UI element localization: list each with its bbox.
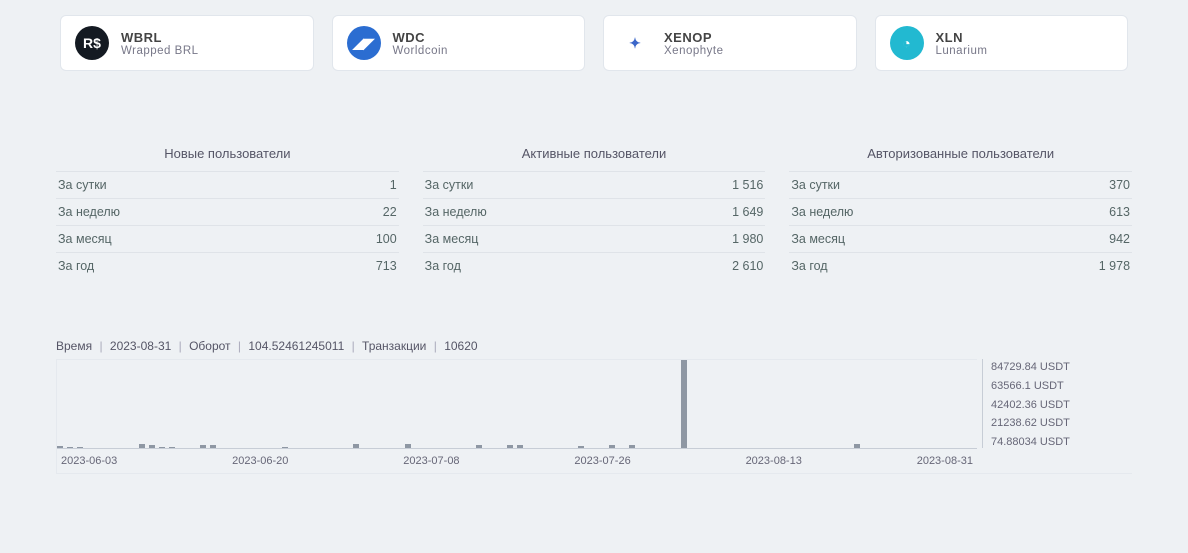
- stat-label: За сутки: [58, 178, 107, 192]
- chart-bar[interactable]: [681, 360, 687, 448]
- chart-y-tick: 74.88034 USDT: [991, 436, 1132, 448]
- stat-block-active-users: Активные пользователи За сутки 1 516 За н…: [423, 146, 766, 279]
- chart-x-tick: 2023-08-31: [917, 455, 973, 473]
- stat-label: За год: [425, 259, 461, 273]
- chart-y-axis: 84729.84 USDT 63566.1 USDT 42402.36 USDT 21…: [982, 359, 1132, 448]
- chart-turnover-label: Оборот: [189, 339, 230, 353]
- chart-y-tick: 42402.36 USDT: [991, 399, 1132, 411]
- coin-card-xenop[interactable]: ✦ XENOP Xenophyte: [603, 15, 857, 71]
- coin-name-label: Worldcoin: [393, 45, 448, 57]
- coin-symbol: XENOP: [664, 30, 724, 45]
- coin-name-label: Wrapped BRL: [121, 45, 199, 57]
- stat-label: За месяц: [791, 232, 845, 246]
- chart-plot-area: [57, 359, 977, 448]
- stat-label: За неделю: [425, 205, 487, 219]
- stat-label: За сутки: [791, 178, 840, 192]
- coin-symbol: WBRL: [121, 30, 199, 45]
- chart-x-tick: 2023-06-03: [61, 455, 117, 473]
- coin-card-xln[interactable]: ◔ XLN Lunarium: [875, 15, 1129, 71]
- stat-label: За неделю: [791, 205, 853, 219]
- turnover-chart: Время 2023-08-31 Оборот 104.52461245011 …: [0, 279, 1188, 474]
- stat-value: 1 978: [1099, 259, 1130, 273]
- chart-turnover-value: 104.52461245011: [234, 339, 344, 353]
- chart-tx-value: 10620: [430, 339, 478, 353]
- stat-value: 22: [383, 205, 397, 219]
- chart-y-tick: 63566.1 USDT: [991, 380, 1132, 392]
- stat-value: 1 516: [732, 178, 763, 192]
- stat-label: За неделю: [58, 205, 120, 219]
- coin-icon: ✦: [618, 26, 652, 60]
- stat-title: Активные пользователи: [423, 146, 766, 171]
- stat-block-new-users: Новые пользователи За сутки 1 За неделю 22…: [56, 146, 399, 279]
- coin-card-wbrl[interactable]: R$ WBRL Wrapped BRL: [60, 15, 314, 71]
- stat-label: За сутки: [425, 178, 474, 192]
- stat-value: 2 610: [732, 259, 763, 273]
- chart-x-tick: 2023-07-08: [403, 455, 459, 473]
- chart-box[interactable]: 2023-06-03 2023-06-20 2023-07-08 2023-07-26…: [56, 359, 1132, 474]
- stat-label: За год: [791, 259, 827, 273]
- coin-icon: R$: [75, 26, 109, 60]
- coin-icon: ◢◤: [347, 26, 381, 60]
- stat-title: Авторизованные пользователи: [789, 146, 1132, 171]
- stat-title: Новые пользователи: [56, 146, 399, 171]
- stat-value: 713: [376, 259, 397, 273]
- stat-value: 1 980: [732, 232, 763, 246]
- coin-symbol: WDC: [393, 30, 448, 45]
- stats-row: Новые пользователи За сутки 1 За неделю 22…: [0, 71, 1188, 279]
- chart-y-tick: 84729.84 USDT: [991, 361, 1132, 373]
- coin-card-wdc[interactable]: ◢◤ WDC Worldcoin: [332, 15, 586, 71]
- stat-value: 613: [1109, 205, 1130, 219]
- stat-value: 1 649: [732, 205, 763, 219]
- chart-tx-label: Транзакции: [362, 339, 426, 353]
- coin-name-label: Lunarium: [936, 45, 988, 57]
- chart-time-value: 2023-08-31: [95, 339, 171, 353]
- chart-x-tick: 2023-06-20: [232, 455, 288, 473]
- stat-block-authorized-users: Авторизованные пользователи За сутки370 …: [789, 146, 1132, 279]
- stat-label: За год: [58, 259, 94, 273]
- chart-time-label: Время: [56, 339, 92, 353]
- stat-value: 100: [376, 232, 397, 246]
- chart-y-tick: 21238.62 USDT: [991, 417, 1132, 429]
- chart-x-tick: 2023-08-13: [746, 455, 802, 473]
- chart-x-axis: 2023-06-03 2023-06-20 2023-07-08 2023-07-26…: [57, 448, 977, 473]
- coin-symbol: XLN: [936, 30, 988, 45]
- coin-icon: ◔: [890, 26, 924, 60]
- stat-label: За месяц: [425, 232, 479, 246]
- coin-cards-row: R$ WBRL Wrapped BRL ◢◤ WDC Worldcoin ✦ X…: [0, 0, 1188, 71]
- chart-info-line: Время 2023-08-31 Оборот 104.52461245011 …: [56, 339, 1132, 353]
- stat-value: 370: [1109, 178, 1130, 192]
- stat-value: 942: [1109, 232, 1130, 246]
- coin-name-label: Xenophyte: [664, 45, 724, 57]
- stat-label: За месяц: [58, 232, 112, 246]
- stat-value: 1: [390, 178, 397, 192]
- chart-x-tick: 2023-07-26: [574, 455, 630, 473]
